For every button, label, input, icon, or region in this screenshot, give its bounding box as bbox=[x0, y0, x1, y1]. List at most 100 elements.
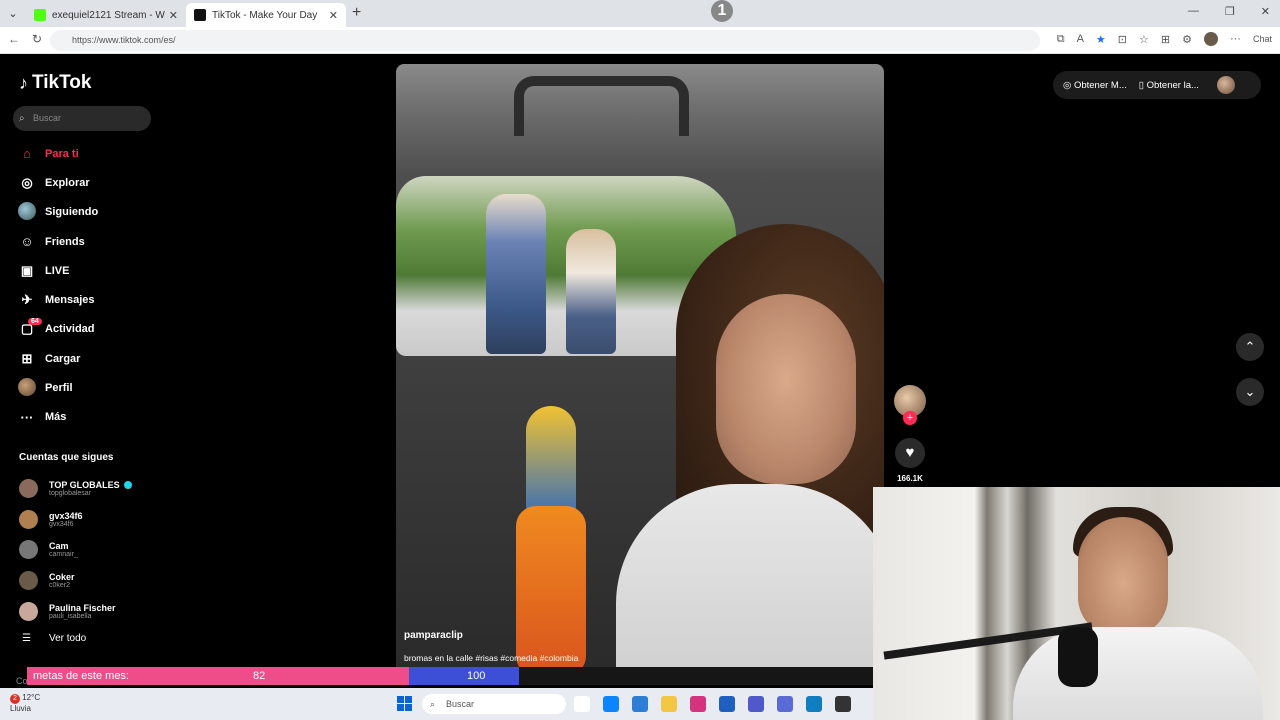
collections-icon[interactable]: ⊞ bbox=[1161, 33, 1170, 46]
tiktok-wordmark: TikTok bbox=[32, 72, 92, 93]
car-grab-handle bbox=[514, 76, 689, 136]
profile-avatar[interactable] bbox=[1203, 32, 1218, 46]
chevron-down-icon: ⌄ bbox=[1244, 384, 1256, 399]
taskbar-app-icon[interactable] bbox=[690, 696, 706, 712]
sidebar-item-label: Explorar bbox=[45, 176, 90, 189]
sidebar-item-label: LIVE bbox=[45, 264, 70, 277]
account-name: Coker bbox=[49, 571, 75, 582]
account-handle: pauli_isabella bbox=[49, 612, 92, 620]
bookmark-star-icon[interactable]: ★ bbox=[1096, 33, 1106, 46]
taskbar-app-icon[interactable] bbox=[748, 696, 764, 712]
following-icon bbox=[17, 201, 37, 223]
get-app-button[interactable]: ▯ Obtener la... bbox=[1139, 80, 1199, 91]
sidebar-item-live[interactable]: ▣ LIVE bbox=[4, 256, 154, 285]
sidebar-item-para-ti[interactable]: ⌂ Para ti bbox=[4, 139, 154, 168]
goal-label: metas de este mes: bbox=[33, 670, 129, 682]
sidebar-item-mas[interactable]: ··· Más bbox=[4, 403, 154, 432]
address-url[interactable]: https://www.tiktok.com/es/ bbox=[72, 35, 176, 45]
sidebar-item-cargar[interactable]: ⊞ Cargar bbox=[4, 344, 154, 373]
follow-plus-icon[interactable]: + bbox=[903, 411, 917, 425]
more-icon: ··· bbox=[20, 409, 34, 425]
see-all-link[interactable]: ☰ Ver todo bbox=[22, 633, 86, 644]
taskbar-app-icon[interactable] bbox=[719, 696, 735, 712]
toolbar-icons: ⧉ A ★ ⊡ ☆ ⊞ ⚙ ··· Chat bbox=[1057, 32, 1272, 46]
favorites-icon[interactable]: ☆ bbox=[1139, 33, 1149, 46]
sidebar-item-friends[interactable]: ☺ Friends bbox=[4, 227, 154, 256]
user-avatar[interactable] bbox=[1216, 76, 1235, 94]
tab-kick-stream[interactable]: exequiel2121 Stream - Watch Live ✕ bbox=[26, 3, 186, 27]
new-tab-button[interactable]: + bbox=[352, 4, 361, 22]
goal-target-value: 100 bbox=[467, 670, 486, 682]
copilot-chat-button[interactable]: Chat bbox=[1253, 34, 1272, 44]
sidebar-item-label: Mensajes bbox=[45, 294, 95, 307]
like-heart-icon[interactable]: ♥ bbox=[895, 438, 925, 468]
kick-favicon-icon bbox=[34, 9, 46, 21]
close-tab-icon[interactable]: ✕ bbox=[329, 9, 338, 22]
avatar bbox=[19, 478, 38, 498]
tiktok-logo[interactable]: ♪ TikTok bbox=[19, 72, 91, 94]
maximize-icon[interactable]: ❐ bbox=[1225, 5, 1235, 18]
taskbar-search[interactable]: ⌕ Buscar bbox=[422, 694, 566, 714]
see-all-label: Ver todo bbox=[48, 633, 87, 644]
weather-condition: Lluvia bbox=[10, 704, 31, 713]
browser-toolbar: ← ↻ https://www.tiktok.com/es/ ⧉ A ★ ⊡ ☆… bbox=[0, 27, 1280, 54]
tab-tiktok[interactable]: TikTok - Make Your Day ✕ bbox=[186, 3, 346, 27]
menu-icon[interactable]: ··· bbox=[1230, 33, 1241, 45]
sidebar-item-siguiendo[interactable]: Siguiendo bbox=[4, 198, 154, 227]
avatar bbox=[19, 540, 38, 560]
windows-start-icon[interactable] bbox=[397, 696, 412, 711]
get-app-label: Obtener la... bbox=[1146, 79, 1199, 91]
video-player[interactable]: pamparaclip bromas en la calle #risas #c… bbox=[396, 64, 884, 676]
extensions-icon[interactable]: ⚙ bbox=[1182, 33, 1192, 46]
sidebar-item-explorar[interactable]: ◎ Explorar bbox=[4, 168, 154, 197]
install-app-icon[interactable]: ⧉ bbox=[1057, 33, 1065, 46]
following-account[interactable]: Coker c0ker2 bbox=[19, 565, 159, 596]
split-screen-icon[interactable]: ⊡ bbox=[1118, 33, 1127, 46]
weather-widget[interactable]: 2 12°C Lluvia bbox=[10, 693, 40, 714]
search-input[interactable]: ⌕ Buscar bbox=[13, 106, 151, 131]
account-name: TOP GLOBALES bbox=[49, 479, 120, 490]
top-right-actions: ◎ Obtener M... ▯ Obtener la... bbox=[1053, 71, 1261, 99]
sidebar-item-mensajes[interactable]: ✈ Mensajes bbox=[4, 285, 154, 314]
back-icon[interactable]: ← bbox=[8, 32, 20, 46]
taskbar-app-icon[interactable] bbox=[574, 696, 590, 712]
taskbar-app-icon[interactable] bbox=[835, 696, 851, 712]
video-description[interactable]: bromas en la calle #risas #comedia #colo… bbox=[404, 653, 578, 663]
account-name: Cam bbox=[49, 541, 69, 552]
tiktok-favicon-icon bbox=[194, 9, 206, 21]
video-person-background bbox=[566, 229, 616, 354]
compass-icon: ◎ bbox=[21, 174, 33, 190]
taskbar-app-icon[interactable] bbox=[632, 696, 648, 712]
close-window-icon[interactable]: ✕ bbox=[1261, 5, 1270, 18]
chevron-up-icon: ⌃ bbox=[1244, 339, 1256, 354]
next-video-button[interactable]: ⌄ bbox=[1236, 378, 1264, 406]
reload-icon[interactable]: ↻ bbox=[32, 32, 42, 46]
taskbar-app-icon[interactable] bbox=[661, 696, 677, 712]
following-account[interactable]: TOP GLOBALES topglobalesar bbox=[19, 473, 159, 504]
minimize-icon[interactable]: — bbox=[1188, 5, 1199, 18]
goal-current-value: 82 bbox=[253, 670, 266, 682]
taskbar-apps bbox=[574, 696, 851, 712]
sidebar-item-label: Friends bbox=[45, 235, 85, 248]
avatar bbox=[19, 570, 38, 590]
get-coins-button[interactable]: ◎ Obtener M... bbox=[1063, 80, 1127, 91]
home-icon: ⌂ bbox=[23, 146, 31, 162]
following-account[interactable]: Paulina Fischer pauli_isabella bbox=[19, 596, 159, 627]
taskbar-app-icon[interactable] bbox=[603, 696, 619, 712]
taskbar-app-icon[interactable] bbox=[777, 696, 793, 712]
following-account[interactable]: Cam camnair_ bbox=[19, 534, 159, 565]
sidebar-item-label: Cargar bbox=[45, 352, 81, 365]
following-account[interactable]: gvx34f6 gvx34f6 bbox=[19, 504, 159, 535]
close-tab-icon[interactable]: ✕ bbox=[169, 9, 178, 22]
previous-video-button[interactable]: ⌃ bbox=[1236, 333, 1264, 361]
sidebar-nav: ⌂ Para ti ◎ Explorar Siguiendo ☺ Friends… bbox=[4, 139, 154, 432]
tab-search-icon[interactable]: ⌄ bbox=[4, 5, 22, 23]
weather-temp: 12°C bbox=[22, 693, 41, 702]
sidebar-item-actividad[interactable]: ▢ 64 Actividad bbox=[4, 315, 154, 344]
translate-icon[interactable]: A bbox=[1077, 33, 1084, 45]
taskbar-app-icon[interactable] bbox=[806, 696, 822, 712]
sidebar-item-perfil[interactable]: Perfil bbox=[4, 373, 154, 402]
video-username[interactable]: pamparaclip bbox=[404, 630, 463, 641]
account-name: gvx34f6 bbox=[49, 510, 83, 521]
address-bar[interactable] bbox=[50, 30, 1040, 51]
